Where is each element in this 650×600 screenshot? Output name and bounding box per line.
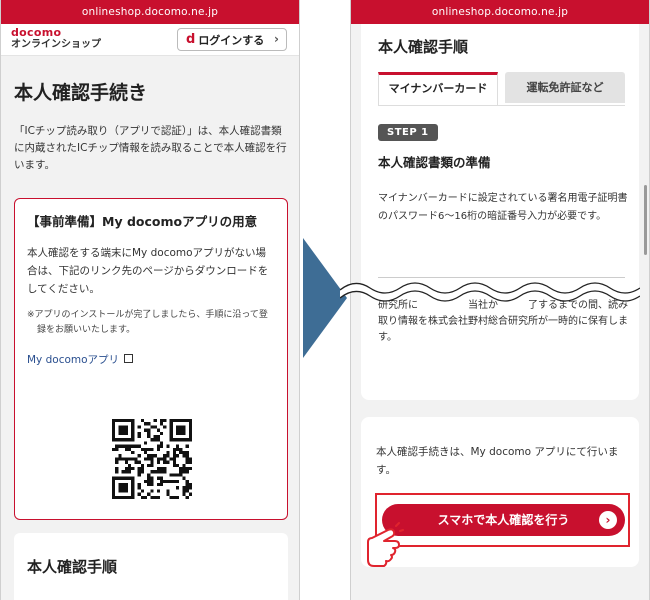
prep-note: ※アプリのインストールが完了しましたら、手順に沿って登録をお願いいたします。	[27, 310, 268, 335]
login-label: ログインする	[198, 33, 265, 47]
tab-my-number-card[interactable]: マイナンバーカード	[378, 72, 498, 106]
docomo-logo[interactable]: docomo オンラインショップ	[11, 27, 101, 50]
steps-panel: 本人確認手順 マイナンバーカード 運転免許証など STEP 1 本人確認書類の準…	[361, 24, 639, 400]
logo-brand: docomo	[11, 26, 62, 39]
chevron-right-icon: ›	[274, 32, 279, 46]
step-badge: STEP 1	[378, 124, 438, 141]
verify-button-label: スマホで本人確認を行う	[437, 513, 570, 527]
url-bar: onlineshop.docomo.ne.jp	[1, 0, 299, 24]
qr-code[interactable]	[112, 419, 192, 499]
my-docomo-app-link[interactable]: My docomoアプリ	[27, 352, 275, 367]
left-phone-screen: onlineshop.docomo.ne.jp docomo オンラインショップ…	[0, 0, 300, 600]
d-account-icon: d	[186, 32, 196, 47]
scrollbar[interactable]	[644, 185, 647, 255]
prep-body: 本人確認をする端末にMy docomoアプリがない場合は、下記のリンク先のページ…	[27, 247, 269, 295]
cta-description: 本人確認手続きは、My docomo アプリにて行います。	[376, 446, 619, 476]
prep-card: 【事前準備】My docomoアプリの用意 本人確認をする端末にMy docom…	[14, 198, 288, 520]
pointing-hand-icon	[367, 522, 404, 567]
steps-card: 本人確認手順	[14, 533, 288, 600]
prep-title: 【事前準備】My docomoアプリの用意	[27, 214, 258, 229]
external-link-icon	[124, 354, 134, 363]
app-link-label: My docomoアプリ	[27, 354, 120, 366]
step-title: 本人確認書類の準備	[378, 155, 491, 170]
site-header: docomo オンラインショップ d ログインする ›	[1, 24, 299, 56]
url-bar: onlineshop.docomo.ne.jp	[351, 0, 649, 24]
tab-divider	[378, 105, 625, 106]
content-break-line	[340, 282, 640, 302]
page-title: 本人確認手続き	[14, 82, 148, 104]
tab-drivers-license[interactable]: 運転免許証など	[505, 72, 625, 103]
highlight-frame: スマホで本人確認を行う ›	[375, 493, 630, 547]
step-text: マイナンバーカードに設定されている署名用電子証明書のパスワード6〜16桁の暗証番…	[378, 193, 628, 222]
login-button[interactable]: d ログインする ›	[177, 28, 287, 51]
verify-on-phone-button[interactable]: スマホで本人確認を行う ›	[382, 504, 625, 536]
logo-sub: オンラインショップ	[11, 39, 101, 50]
cut-text: 研究所に 当社か 了するまでの間、読み取り情報を株式会社野村総合研究所が一時的に…	[378, 300, 628, 343]
intro-text: 「ICチップ読み取り（アプリで認証）」は、本人確認書類に内蔵されたICチップ情報…	[14, 125, 287, 171]
steps-card-title: 本人確認手順	[27, 558, 118, 576]
steps-heading: 本人確認手順	[378, 38, 469, 56]
chevron-right-icon: ›	[599, 511, 617, 529]
